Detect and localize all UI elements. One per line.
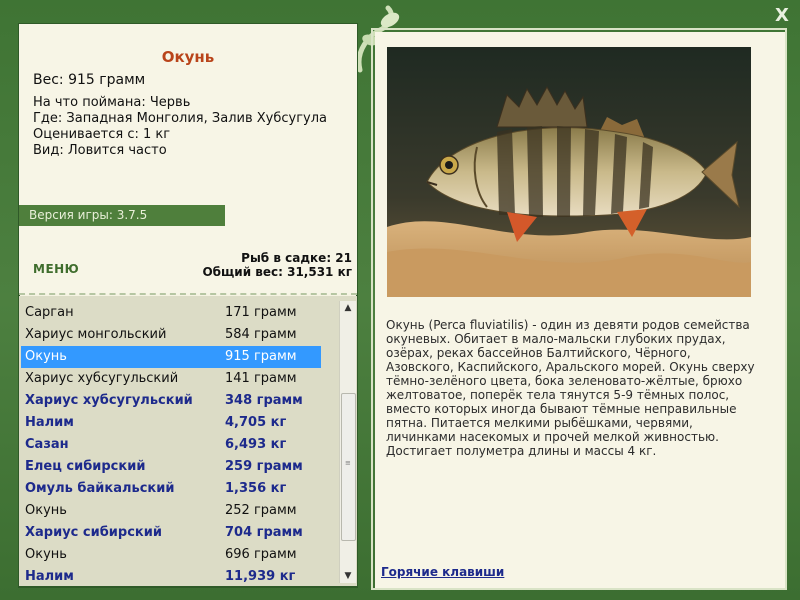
hotkeys-link[interactable]: Горячие клавиши bbox=[381, 565, 504, 579]
list-item[interactable]: Окунь 696 грамм bbox=[21, 544, 321, 566]
list-item-weight: 171 грамм bbox=[225, 305, 297, 320]
list-item-weight: 141 грамм bbox=[225, 371, 297, 386]
list-item[interactable]: Хариус монгольский 584 грамм bbox=[21, 324, 321, 346]
list-item-weight: 259 грамм bbox=[225, 459, 303, 474]
scroll-up-icon[interactable]: ▲ bbox=[340, 301, 356, 315]
list-item-name: Налим bbox=[25, 569, 74, 584]
version-bar: Версия игры: 3.7.5 bbox=[19, 205, 225, 226]
list-item-name: Омуль байкальский bbox=[25, 481, 175, 496]
total-weight: Общий вес: 31,531 кг bbox=[202, 265, 352, 279]
list-item-weight: 4,705 кг bbox=[225, 415, 287, 430]
fish-photo bbox=[387, 47, 751, 297]
caught-with-line: На что поймана: Червь bbox=[33, 95, 191, 110]
list-item-weight: 1,356 кг bbox=[225, 481, 287, 496]
fish-description: Окунь (Perca fluviatilis) - один из девя… bbox=[386, 318, 755, 458]
fish-details: На что поймана: Червь Где: Западная Монг… bbox=[33, 95, 327, 159]
menu-button[interactable]: МЕНЮ bbox=[33, 262, 79, 276]
list-item-weight: 6,493 кг bbox=[225, 437, 287, 452]
list-item-weight: 915 грамм bbox=[225, 349, 297, 364]
list-item-name: Окунь bbox=[25, 349, 67, 364]
list-item-name: Хариус хубсугульский bbox=[25, 371, 179, 386]
list-item[interactable]: Елец сибирский 259 грамм bbox=[21, 456, 321, 478]
list-item[interactable]: Хариус сибирский 704 грамм bbox=[21, 522, 321, 544]
list-item-weight: 252 грамм bbox=[225, 503, 297, 518]
list-item-weight: 348 грамм bbox=[225, 393, 303, 408]
list-item[interactable]: Омуль байкальский 1,356 кг bbox=[21, 478, 321, 500]
fish-weight: Вес: 915 грамм bbox=[33, 72, 146, 88]
version-label: Версия игры: 3.7.5 bbox=[29, 208, 148, 222]
close-button[interactable]: X bbox=[772, 6, 792, 26]
list-item-name: Налим bbox=[25, 415, 74, 430]
fish-count: Рыб в садке: 21 bbox=[241, 251, 352, 265]
list-item-name: Хариус сибирский bbox=[25, 525, 162, 540]
list-item-name: Сазан bbox=[25, 437, 69, 452]
rarity-line: Вид: Ловится часто bbox=[33, 143, 167, 158]
list-item[interactable]: Сазан 6,493 кг bbox=[21, 434, 321, 456]
scroll-down-icon[interactable]: ▼ bbox=[340, 569, 356, 583]
catch-stats: Рыб в садке: 21 Общий вес: 31,531 кг bbox=[202, 251, 352, 279]
scroll-thumb[interactable]: ≡ bbox=[341, 393, 356, 541]
catch-list: Сарган 171 грамм Хариус монгольский 584 гра… bbox=[21, 302, 321, 588]
list-item[interactable]: Налим 4,705 кг bbox=[21, 412, 321, 434]
list-item-weight: 696 грамм bbox=[225, 547, 297, 562]
list-item-weight: 11,939 кг bbox=[225, 569, 296, 584]
dashed-divider bbox=[19, 293, 357, 295]
location-line: Где: Западная Монголия, Залив Хубсугула bbox=[33, 111, 328, 126]
list-item-name: Елец сибирский bbox=[25, 459, 146, 474]
list-item-name: Хариус хубсугульский bbox=[25, 393, 193, 408]
list-item[interactable]: Налим 11,939 кг bbox=[21, 566, 321, 588]
list-item-name: Хариус монгольский bbox=[25, 327, 167, 342]
fish-title: Окунь bbox=[161, 48, 215, 66]
list-scrollbar[interactable]: ▲ ≡ ▼ bbox=[339, 301, 356, 583]
list-item-name: Окунь bbox=[25, 503, 67, 518]
list-item-weight: 584 грамм bbox=[225, 327, 297, 342]
list-item[interactable]: Хариус хубсугульский 348 грамм bbox=[21, 390, 321, 412]
list-item[interactable]: Окунь 252 грамм bbox=[21, 500, 321, 522]
list-item[interactable]: Сарган 171 грамм bbox=[21, 302, 321, 324]
list-item-name: Окунь bbox=[25, 547, 67, 562]
list-item[interactable]: Хариус хубсугульский 141 грамм bbox=[21, 368, 321, 390]
list-item-weight: 704 грамм bbox=[225, 525, 303, 540]
list-item-name: Сарган bbox=[25, 305, 74, 320]
scroll-grip-icon: ≡ bbox=[345, 459, 351, 467]
valued-from-line: Оценивается с: 1 кг bbox=[33, 127, 171, 142]
list-item[interactable]: Окунь 915 грамм bbox=[21, 346, 321, 368]
